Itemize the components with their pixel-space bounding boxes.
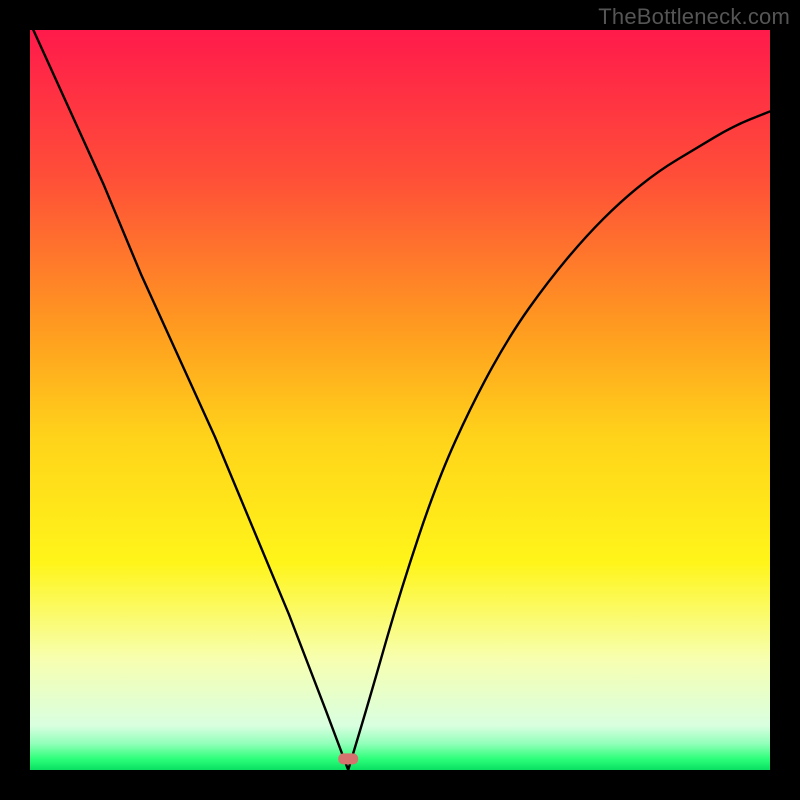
optimum-marker — [338, 753, 358, 764]
chart-frame: TheBottleneck.com — [0, 0, 800, 800]
bottleneck-plot — [30, 30, 770, 770]
gradient-background — [30, 30, 770, 770]
watermark-text: TheBottleneck.com — [598, 4, 790, 30]
